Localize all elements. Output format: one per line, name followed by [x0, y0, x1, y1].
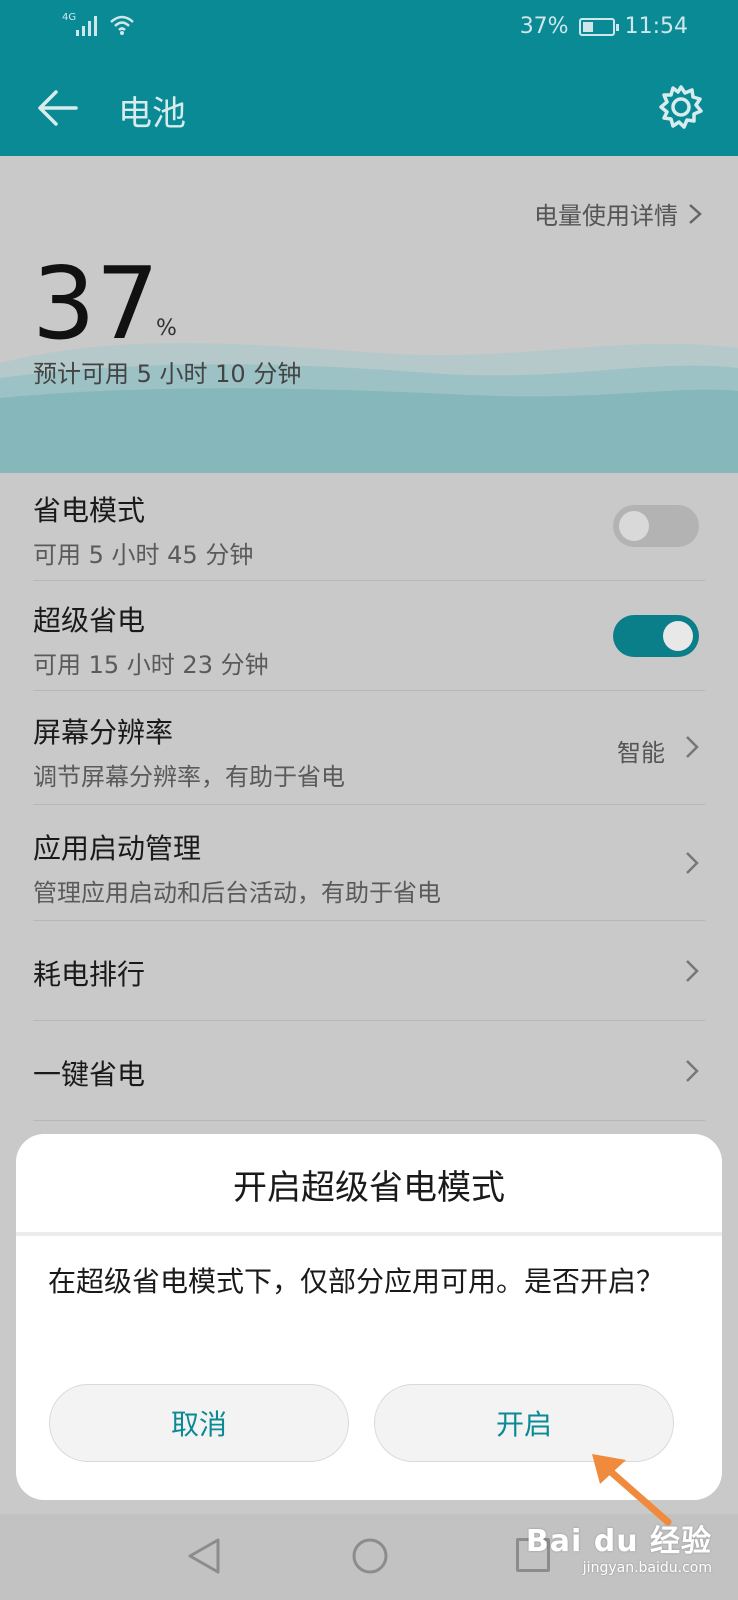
one-click-saving-row[interactable]: 一键省电 — [33, 1021, 705, 1121]
resolution-row[interactable]: 屏幕分辨率 调节屏幕分辨率，有助于省电 智能 — [33, 691, 705, 805]
chevron-right-icon — [689, 203, 702, 224]
chevron-right-icon — [686, 852, 699, 874]
chevron-right-icon — [686, 1060, 699, 1082]
status-bar: 4G 37% 11:54 — [0, 0, 738, 56]
power-ranking-row[interactable]: 耗电排行 — [33, 921, 705, 1021]
battery-fill — [582, 21, 593, 32]
row-subtitle: 调节屏幕分辨率，有助于省电 — [33, 763, 345, 791]
ultra-saving-row[interactable]: 超级省电 可用 15 小时 23 分钟 — [33, 581, 705, 691]
triangle-back-icon[interactable] — [186, 1536, 222, 1576]
row-title: 耗电排行 — [33, 958, 146, 991]
battery-icon — [578, 17, 619, 36]
page-title: 电池 — [118, 94, 186, 134]
power-saving-row[interactable]: 省电模式 可用 5 小时 45 分钟 — [33, 473, 705, 581]
clock: 11:54 — [624, 14, 688, 39]
battery-estimate: 预计可用 5 小时 10 分钟 — [33, 360, 302, 388]
wifi-icon — [110, 15, 134, 35]
app-launch-row[interactable]: 应用启动管理 管理应用启动和后台活动，有助于省电 — [33, 805, 705, 921]
ultra-saving-toggle[interactable] — [613, 615, 699, 657]
dialog-message: 在超级省电模式下，仅部分应用可用。是否开启？ — [48, 1265, 665, 1298]
ultra-saving-dialog: 开启超级省电模式 在超级省电模式下，仅部分应用可用。是否开启？ 取消 开启 — [16, 1134, 722, 1500]
percent-sign: % — [156, 316, 177, 341]
status-right: 37% 11:54 — [520, 14, 688, 39]
watermark-logo: Bai du 经验 — [525, 1524, 712, 1559]
row-subtitle: 可用 15 小时 23 分钟 — [33, 651, 269, 679]
row-title: 省电模式 — [33, 494, 146, 527]
power-saving-toggle[interactable] — [613, 505, 699, 547]
dialog-title: 开启超级省电模式 — [233, 1168, 505, 1208]
gear-icon[interactable] — [658, 84, 704, 130]
row-title: 应用启动管理 — [33, 832, 202, 865]
watermark-url: jingyan.baidu.com — [582, 1560, 712, 1576]
baidu-watermark: Bai du 经验 jingyan.baidu.com — [526, 1516, 712, 1576]
battery-percent-value: 37 — [32, 245, 160, 362]
row-title: 超级省电 — [33, 604, 146, 637]
network-type-label: 4G — [62, 12, 77, 23]
cancel-button[interactable]: 取消 — [49, 1384, 349, 1462]
back-arrow-icon[interactable] — [36, 88, 78, 128]
row-subtitle: 可用 5 小时 45 分钟 — [33, 541, 254, 569]
battery-hero: 电量使用详情 37 % 预计可用 5 小时 10 分钟 — [0, 156, 738, 473]
circle-home-icon[interactable] — [350, 1536, 390, 1576]
usage-details-link[interactable]: 电量使用详情 — [534, 196, 702, 231]
chevron-right-icon — [686, 960, 699, 982]
row-title: 一键省电 — [33, 1058, 146, 1091]
usage-details-label: 电量使用详情 — [534, 202, 678, 230]
row-title: 屏幕分辨率 — [33, 716, 174, 749]
resolution-value: 智能 — [617, 739, 665, 767]
app-bar: 电池 — [0, 56, 738, 156]
status-left: 4G — [62, 12, 135, 36]
chevron-right-icon — [686, 736, 699, 758]
settings-list: 省电模式 可用 5 小时 45 分钟 超级省电 可用 15 小时 23 分钟 屏… — [0, 473, 738, 1121]
battery-percent: 37% — [519, 14, 569, 39]
row-subtitle: 管理应用启动和后台活动，有助于省电 — [33, 879, 441, 907]
dialog-divider — [16, 1232, 722, 1236]
